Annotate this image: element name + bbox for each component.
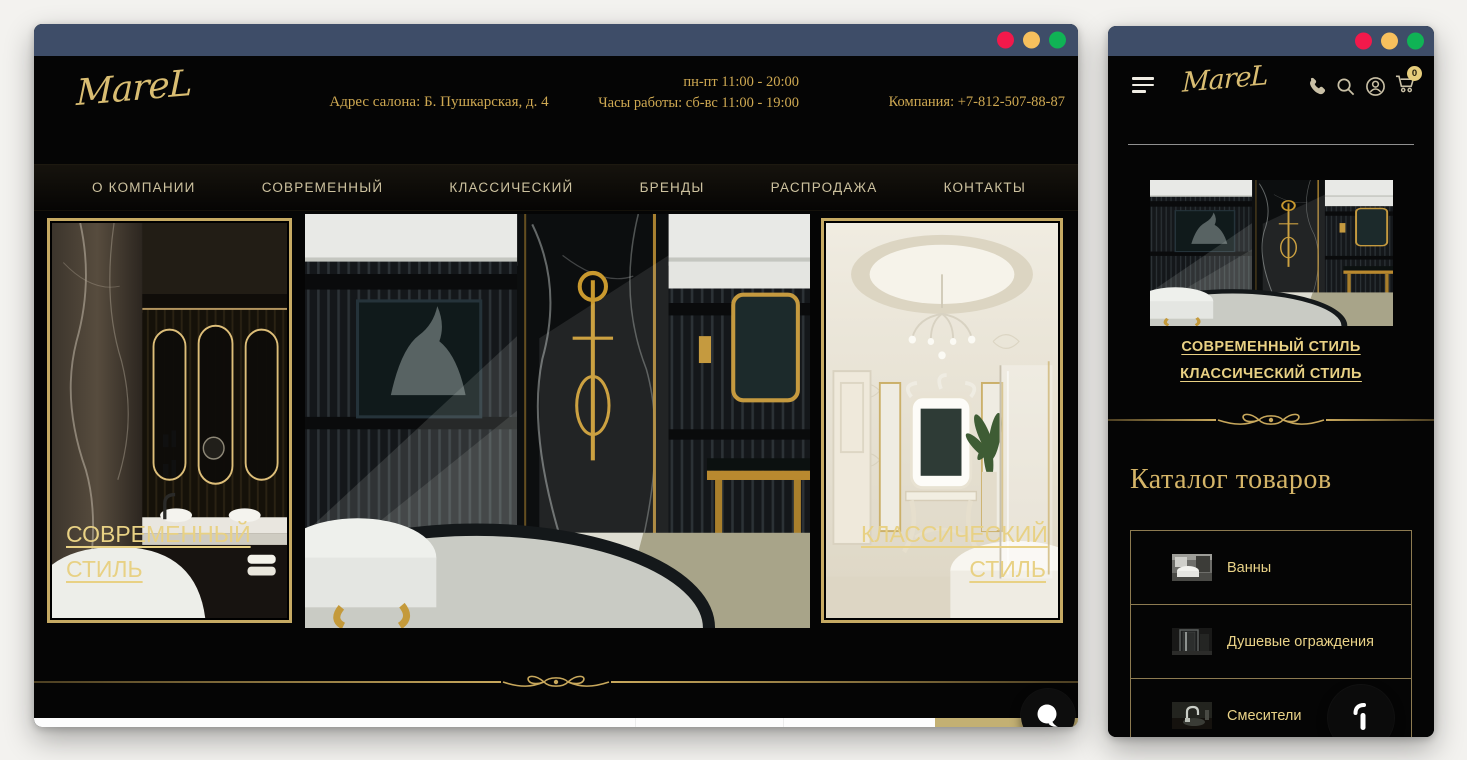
faucet-thumbnail bbox=[1172, 702, 1212, 729]
maximize-window-button[interactable] bbox=[1049, 32, 1066, 49]
mobile-page: MareL 0 СОВРЕМЕННЫЙ СТИЛЬ КЛАССИЧЕСКИЙ С… bbox=[1108, 56, 1434, 737]
flourish-ornament-icon bbox=[501, 671, 611, 693]
flourish-ornament-icon bbox=[1216, 409, 1326, 431]
mobile-header: MareL 0 bbox=[1108, 56, 1434, 114]
hamburger-menu-icon[interactable] bbox=[1132, 77, 1154, 93]
nav-item-classic[interactable]: КЛАССИЧЕСКИЙ bbox=[449, 180, 573, 195]
catalog-title: Каталог товаров bbox=[1130, 464, 1332, 496]
desktop-browser-window: MareL Адрес салона: Б. Пушкарская, д. 4 … bbox=[34, 24, 1078, 727]
luxury-bathroom-image bbox=[305, 214, 810, 628]
chat-widget-button[interactable] bbox=[1021, 689, 1075, 727]
close-window-button[interactable] bbox=[1355, 33, 1372, 50]
divider-line-right bbox=[611, 681, 1078, 683]
catalog-item-showers[interactable]: Душевые ограждения bbox=[1130, 604, 1412, 679]
hero-banner: СОВРЕМЕННЫЙ СТИЛЬ КЛАССИЧЕСКИЙ СТИЛЬ bbox=[34, 214, 1078, 628]
catalog-item-baths[interactable]: Ванны bbox=[1130, 530, 1412, 605]
desktop-titlebar bbox=[34, 24, 1078, 56]
hero-center-image bbox=[305, 214, 810, 628]
bath-thumbnail bbox=[1172, 554, 1212, 581]
nav-item-contacts[interactable]: КОНТАКТЫ bbox=[944, 180, 1026, 195]
modern-style-link[interactable]: СОВРЕМЕННЫЙ СТИЛЬ bbox=[66, 517, 256, 586]
catalog-item-label: Смесители bbox=[1227, 708, 1301, 724]
catalog-item-label: Ванны bbox=[1227, 560, 1271, 576]
modern-style-panel[interactable]: СОВРЕМЕННЫЙ СТИЛЬ bbox=[47, 218, 292, 623]
nav-item-modern[interactable]: СОВРЕМЕННЫЙ bbox=[262, 180, 384, 195]
window-controls bbox=[997, 32, 1066, 49]
account-icon[interactable] bbox=[1365, 76, 1386, 97]
classic-style-link[interactable]: КЛАССИЧЕСКИЙ СТИЛЬ bbox=[1108, 366, 1434, 382]
phone-icon[interactable] bbox=[1305, 76, 1326, 97]
nav-item-about[interactable]: О КОМПАНИИ bbox=[92, 180, 196, 195]
luxury-bathroom-image bbox=[1150, 180, 1393, 326]
toolbar-actions: СРАВНЕНИЕ 0 ОТЛОЖЕННЫЕ 0 КОРЗИНА 0 bbox=[635, 718, 1078, 727]
catalog-item-label: Душевые ограждения bbox=[1227, 634, 1374, 650]
ornamental-divider bbox=[34, 670, 1078, 694]
close-window-button[interactable] bbox=[997, 32, 1014, 49]
mobile-titlebar bbox=[1108, 26, 1434, 56]
nav-item-brands[interactable]: БРЕНДЫ bbox=[640, 180, 705, 195]
modern-style-link[interactable]: СОВРЕМЕННЫЙ СТИЛЬ bbox=[1108, 339, 1434, 355]
salon-address: Адрес салона: Б. Пушкарская, д. 4 bbox=[284, 94, 594, 111]
mobile-browser-window: MareL 0 СОВРЕМЕННЫЙ СТИЛЬ КЛАССИЧЕСКИЙ С… bbox=[1108, 26, 1434, 737]
wishlist-button[interactable]: ОТЛОЖЕННЫЕ 0 bbox=[783, 718, 935, 727]
mobile-header-icons: 0 bbox=[1305, 73, 1416, 99]
desktop-page: MareL Адрес салона: Б. Пушкарская, д. 4 … bbox=[34, 56, 1078, 727]
ornamental-divider bbox=[1108, 408, 1434, 432]
search-icon[interactable] bbox=[1335, 76, 1356, 97]
minimize-window-button[interactable] bbox=[1381, 33, 1398, 50]
brand-logo[interactable]: MareL bbox=[76, 63, 192, 114]
minimize-window-button[interactable] bbox=[1023, 32, 1040, 49]
shower-thumbnail bbox=[1172, 628, 1212, 655]
divider-line-left bbox=[34, 681, 501, 683]
work-hours-line1: пн-пт 11:00 - 20:00 bbox=[554, 72, 799, 93]
work-hours-line2: Часы работы: сб-вс 11:00 - 19:00 bbox=[554, 93, 799, 114]
compare-button[interactable]: СРАВНЕНИЕ 0 bbox=[635, 718, 783, 727]
chat-comma-icon bbox=[1348, 702, 1374, 734]
bottom-toolbar: +7 812-507-88-87 СРАВНЕНИЕ 0 ОТЛОЖЕННЫЕ … bbox=[34, 718, 1078, 727]
brand-logo[interactable]: MareL bbox=[1182, 60, 1268, 99]
main-nav: О КОМПАНИИ СОВРЕМЕННЫЙ КЛАССИЧЕСКИЙ БРЕН… bbox=[34, 164, 1078, 211]
nav-item-sale[interactable]: РАСПРОДАЖА bbox=[771, 180, 878, 195]
classic-style-panel[interactable]: КЛАССИЧЕСКИЙ СТИЛЬ bbox=[821, 218, 1063, 623]
chat-bubble-icon bbox=[1033, 701, 1063, 727]
header-divider bbox=[1128, 144, 1414, 145]
company-phone: Компания: +7-812-507-88-87 bbox=[889, 94, 1065, 111]
cart-button[interactable]: 0 bbox=[1395, 73, 1416, 99]
work-hours: пн-пт 11:00 - 20:00 Часы работы: сб-вс 1… bbox=[554, 72, 799, 114]
site-header: MareL Адрес салона: Б. Пушкарская, д. 4 … bbox=[34, 56, 1078, 132]
window-controls bbox=[1355, 33, 1424, 50]
divider-line-right bbox=[1326, 419, 1434, 421]
divider-line-left bbox=[1108, 419, 1216, 421]
classic-style-link[interactable]: КЛАССИЧЕСКИЙ СТИЛЬ bbox=[861, 517, 1046, 586]
cart-count-badge: 0 bbox=[1407, 66, 1422, 81]
maximize-window-button[interactable] bbox=[1407, 33, 1424, 50]
hero-image-link[interactable] bbox=[1150, 180, 1393, 326]
